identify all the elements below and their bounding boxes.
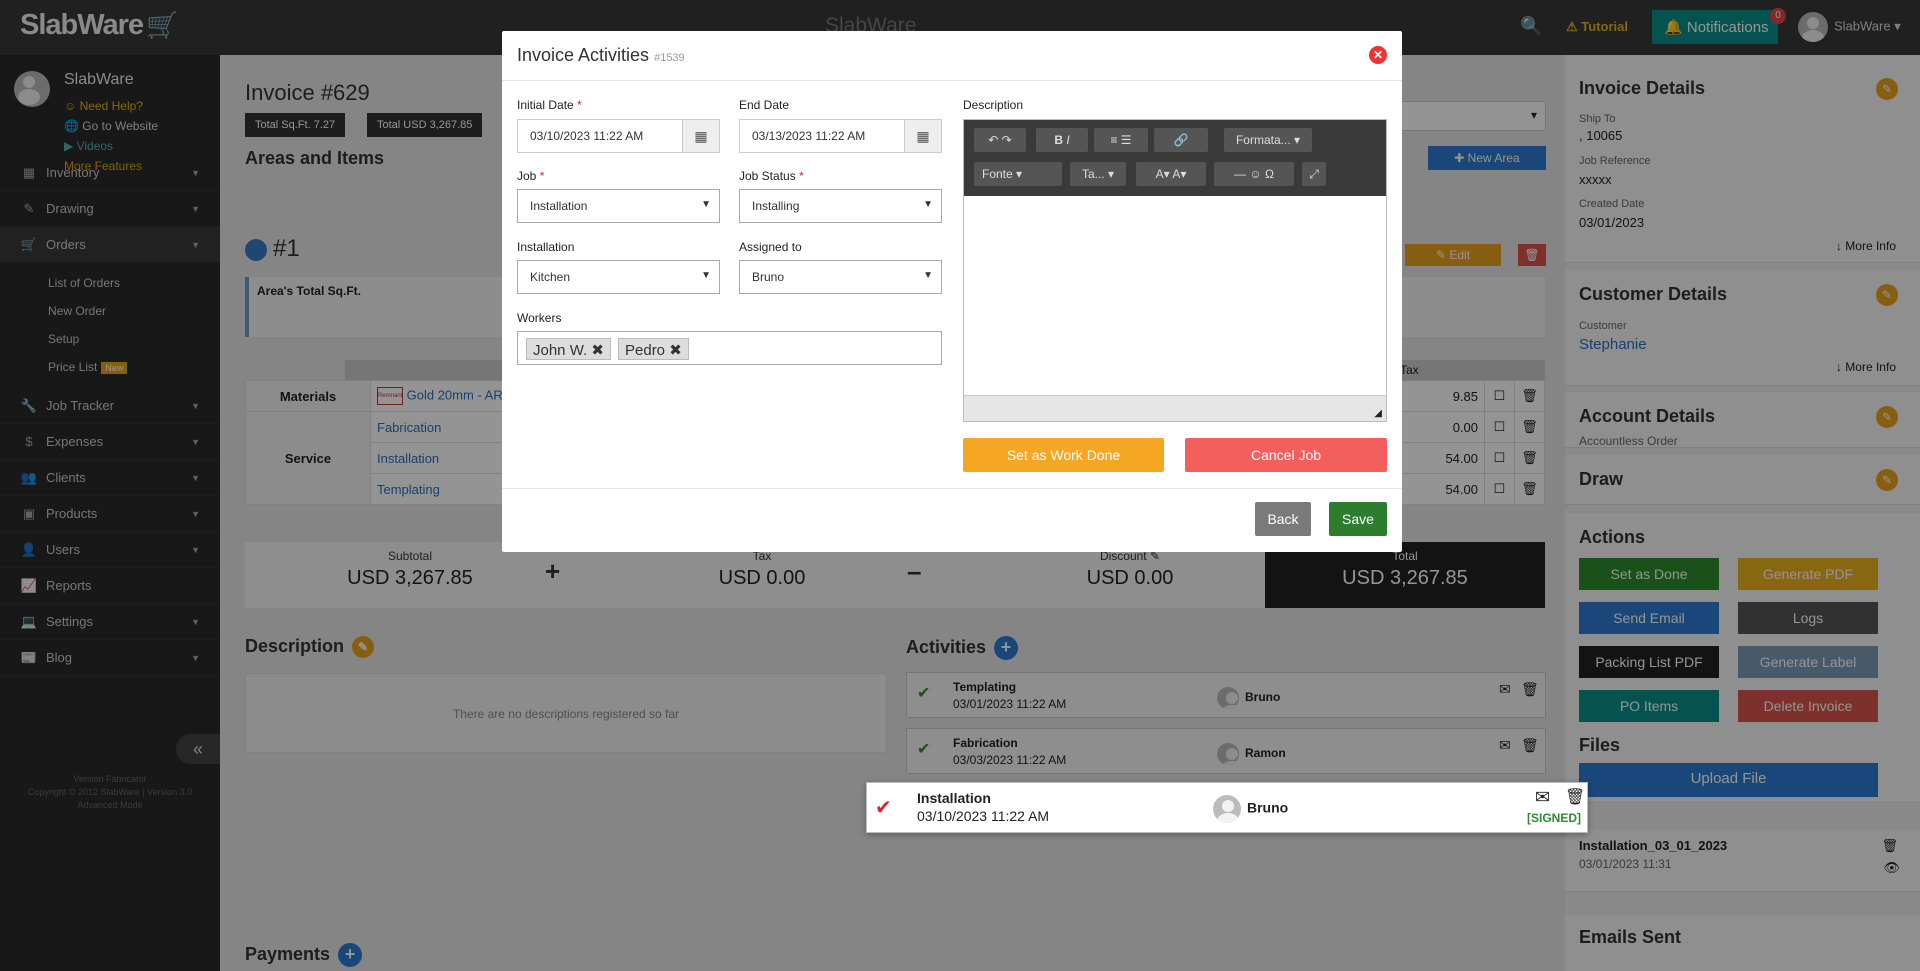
job-status-label: Job Status * xyxy=(739,169,804,183)
installation-select[interactable]: Kitchen ▼ xyxy=(517,260,720,294)
modal-footer xyxy=(502,488,1402,489)
chevron-down-icon: ▼ xyxy=(701,199,711,210)
worker-tag: Pedro ✖ xyxy=(618,338,689,360)
workers-input[interactable]: John W. ✖ Pedro ✖ xyxy=(517,331,942,365)
dragging-activity-item[interactable]: ✔ Installation 03/10/2023 11:22 AM Bruno… xyxy=(866,782,1588,833)
trash-icon[interactable]: 🗑 xyxy=(1565,787,1585,807)
remove-icon[interactable]: ✖ xyxy=(591,342,604,359)
close-icon[interactable]: ✕ xyxy=(1369,46,1387,64)
resize-handle-icon[interactable]: ◢ xyxy=(1374,408,1382,419)
workers-label: Workers xyxy=(517,311,562,325)
remove-icon[interactable]: ✖ xyxy=(669,342,682,359)
avatar xyxy=(1213,795,1241,823)
insert-icon[interactable]: — ☺ Ω xyxy=(1214,162,1294,186)
undo-redo-icon[interactable]: ↶ ↷ xyxy=(974,128,1026,152)
check-icon: ✔ xyxy=(875,797,892,819)
description-label: Description xyxy=(963,98,1024,112)
back-button[interactable]: Back xyxy=(1255,502,1311,536)
end-date-input[interactable]: 03/13/2023 11:22 AM xyxy=(739,119,905,153)
mail-icon[interactable]: ✉ xyxy=(1535,787,1550,808)
font-dropdown[interactable]: Fonte ▾ xyxy=(974,162,1062,186)
initial-date-label: Initial Date * xyxy=(517,98,582,112)
chevron-down-icon: ▼ xyxy=(923,270,933,281)
calendar-icon[interactable]: ▦ xyxy=(682,119,720,153)
text-color-icon[interactable]: A▾ A▾ xyxy=(1136,162,1206,186)
cancel-job-button[interactable]: Cancel Job xyxy=(1185,438,1387,472)
calendar-icon[interactable]: ▦ xyxy=(904,119,942,153)
description-editor[interactable]: ↶ ↷ B I ≡ ☰ 🔗 Formata... ▾ Fonte ▾ Ta...… xyxy=(963,119,1387,422)
job-label: Job * xyxy=(517,169,545,183)
signed-status: [SIGNED] xyxy=(1527,811,1581,825)
job-status-select[interactable]: Installing ▼ xyxy=(739,189,942,223)
format-dropdown[interactable]: Formata... ▾ xyxy=(1224,128,1312,152)
assigned-to-select[interactable]: Bruno ▼ xyxy=(739,260,942,294)
link-icon[interactable]: 🔗 xyxy=(1154,128,1208,152)
invoice-activities-modal: Invoice Activities #1539 ✕ Initial Date … xyxy=(502,31,1402,552)
list-icon[interactable]: ≡ ☰ xyxy=(1094,128,1148,152)
set-as-work-done-button[interactable]: Set as Work Done xyxy=(963,438,1164,472)
worker-tag: John W. ✖ xyxy=(526,338,611,360)
save-button[interactable]: Save xyxy=(1329,502,1387,536)
chevron-down-icon: ▼ xyxy=(923,199,933,210)
installation-label: Installation xyxy=(517,240,575,254)
bold-italic-icon[interactable]: B I xyxy=(1036,128,1088,152)
modal-header: Invoice Activities #1539 ✕ xyxy=(502,31,1402,81)
end-date-label: End Date xyxy=(739,98,790,112)
assigned-to-label: Assigned to xyxy=(739,240,802,254)
editor-status-bar: ◢ xyxy=(964,395,1386,421)
chevron-down-icon: ▼ xyxy=(701,270,711,281)
size-dropdown[interactable]: Ta... ▾ xyxy=(1070,162,1126,186)
fullscreen-icon[interactable]: ⤢ xyxy=(1302,162,1326,186)
modal-title: Invoice Activities #1539 xyxy=(517,45,685,65)
job-select[interactable]: Installation ▼ xyxy=(517,189,720,223)
initial-date-input[interactable]: 03/10/2023 11:22 AM xyxy=(517,119,683,153)
editor-toolbar: ↶ ↷ B I ≡ ☰ 🔗 Formata... ▾ Fonte ▾ Ta...… xyxy=(964,120,1386,196)
